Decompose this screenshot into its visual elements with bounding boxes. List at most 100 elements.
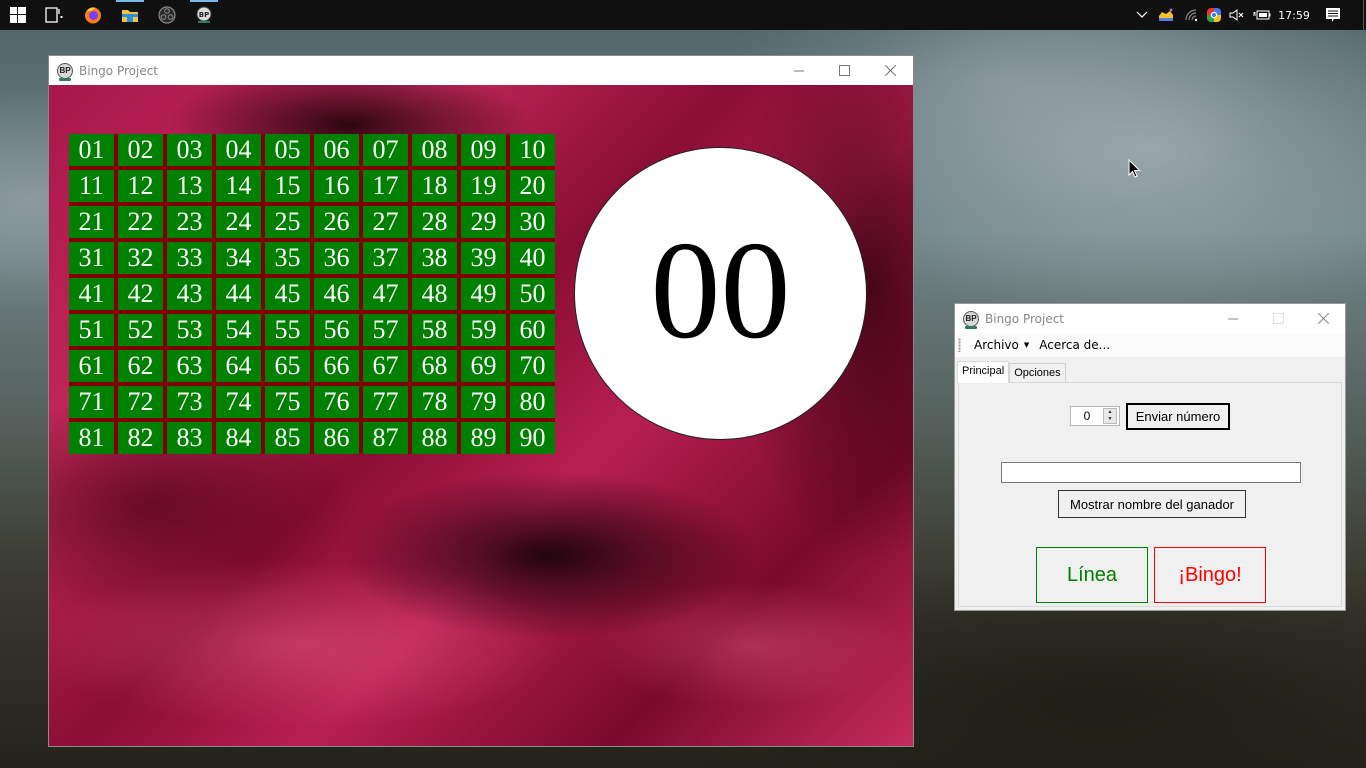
current-number-ball: 00 bbox=[574, 147, 867, 440]
notification-icon bbox=[1326, 8, 1340, 22]
stepper-up-button[interactable]: ▲ bbox=[1104, 409, 1116, 416]
task-view-icon bbox=[45, 7, 63, 23]
bingo-number-cell: 22 bbox=[118, 206, 163, 238]
tray-app[interactable] bbox=[1156, 0, 1176, 30]
bingo-board-window: BP Bingo Project 01 02 03 04 05 06 07 08 09 10 11 1… bbox=[48, 55, 914, 747]
bingo-number-cell: 02 bbox=[118, 134, 163, 166]
bingo-number-cell: 63 bbox=[167, 350, 212, 382]
bingo-number-cell: 08 bbox=[412, 134, 457, 166]
bingo-number-cell: 64 bbox=[216, 350, 261, 382]
tab-strip: Principal Opciones bbox=[957, 361, 1066, 383]
bingo-number-cell: 62 bbox=[118, 350, 163, 382]
window-title: Bingo Project bbox=[985, 311, 1065, 326]
taskbar-bingo-project[interactable]: BP bbox=[186, 0, 222, 30]
bingo-number-cell: 79 bbox=[461, 386, 506, 418]
minimize-button[interactable] bbox=[776, 56, 822, 85]
bingo-button[interactable]: ¡Bingo! bbox=[1154, 547, 1266, 603]
bingo-number-cell: 89 bbox=[461, 422, 506, 454]
close-icon bbox=[1317, 313, 1329, 324]
bingo-number-cell: 07 bbox=[363, 134, 408, 166]
title-bar[interactable]: BP Bingo Project bbox=[955, 304, 1345, 333]
bingo-number-cell: 10 bbox=[510, 134, 555, 166]
tab-principal[interactable]: Principal bbox=[957, 361, 1010, 383]
battery-button[interactable] bbox=[1252, 0, 1272, 30]
obs-icon bbox=[158, 6, 176, 24]
number-stepper-value[interactable]: 0 bbox=[1071, 409, 1103, 423]
bingo-number-cell: 44 bbox=[216, 278, 261, 310]
taskbar: BP 17:59 bbox=[0, 0, 1366, 30]
bingo-number-cell: 51 bbox=[69, 314, 114, 346]
stepper-buttons: ▲ ▼ bbox=[1103, 408, 1117, 424]
bingo-control-window: BP Bingo Project Archivo ▼ Acerca de... … bbox=[954, 303, 1346, 611]
bingo-number-cell: 86 bbox=[314, 422, 359, 454]
network-button[interactable] bbox=[1182, 0, 1202, 30]
bingo-number-cell: 58 bbox=[412, 314, 457, 346]
mouse-cursor-icon bbox=[1128, 159, 1141, 178]
bingo-number-cell: 88 bbox=[412, 422, 457, 454]
taskbar-firefox[interactable] bbox=[75, 0, 111, 30]
volume-button[interactable] bbox=[1228, 0, 1246, 30]
send-number-button[interactable]: Enviar número bbox=[1126, 403, 1230, 430]
bingo-number-cell: 13 bbox=[167, 170, 212, 202]
menu-archivo[interactable]: Archivo ▼ bbox=[969, 334, 1034, 356]
bingo-number-cell: 19 bbox=[461, 170, 506, 202]
bingo-number-cell: 12 bbox=[118, 170, 163, 202]
bingo-number-cell: 76 bbox=[314, 386, 359, 418]
close-button[interactable] bbox=[867, 56, 913, 85]
bingo-number-cell: 50 bbox=[510, 278, 555, 310]
bingo-number-cell: 45 bbox=[265, 278, 310, 310]
bingo-app-icon: BP bbox=[196, 6, 212, 23]
bingo-number-cell: 71 bbox=[69, 386, 114, 418]
winner-name-input[interactable] bbox=[1001, 462, 1301, 483]
windows-logo-icon bbox=[10, 7, 26, 23]
tray-chrome-remote[interactable] bbox=[1204, 0, 1224, 30]
firefox-icon bbox=[85, 7, 101, 24]
number-stepper[interactable]: 0 ▲ ▼ bbox=[1070, 406, 1120, 426]
bingo-number-cell: 68 bbox=[412, 350, 457, 382]
taskbar-file-explorer[interactable] bbox=[112, 0, 148, 30]
maximize-button[interactable] bbox=[821, 56, 867, 85]
bingo-number-cell: 82 bbox=[118, 422, 163, 454]
show-winner-button[interactable]: Mostrar nombre del ganador bbox=[1058, 490, 1246, 518]
toolbar-grip[interactable] bbox=[958, 338, 961, 352]
task-view-button[interactable] bbox=[36, 0, 72, 30]
taskbar-obs[interactable] bbox=[149, 0, 185, 30]
bingo-app-icon: BP bbox=[963, 310, 979, 329]
bingo-number-cell: 20 bbox=[510, 170, 555, 202]
current-number: 00 bbox=[650, 212, 791, 368]
bingo-number-cell: 46 bbox=[314, 278, 359, 310]
bingo-number-cell: 67 bbox=[363, 350, 408, 382]
bingo-number-cell: 47 bbox=[363, 278, 408, 310]
bingo-number-cell: 78 bbox=[412, 386, 457, 418]
bingo-number-cell: 60 bbox=[510, 314, 555, 346]
clock[interactable]: 17:59 bbox=[1276, 0, 1312, 30]
bingo-number-cell: 80 bbox=[510, 386, 555, 418]
title-bar[interactable]: BP Bingo Project bbox=[49, 56, 913, 85]
bingo-number-cell: 74 bbox=[216, 386, 261, 418]
stepper-down-button[interactable]: ▼ bbox=[1104, 416, 1116, 423]
bingo-number-cell: 28 bbox=[412, 206, 457, 238]
bingo-number-cell: 61 bbox=[69, 350, 114, 382]
show-desktop-button[interactable] bbox=[1363, 0, 1364, 30]
maximize-button bbox=[1255, 304, 1301, 333]
bingo-number-cell: 52 bbox=[118, 314, 163, 346]
bingo-number-cell: 09 bbox=[461, 134, 506, 166]
bingo-number-cell: 29 bbox=[461, 206, 506, 238]
volume-muted-icon bbox=[1229, 9, 1244, 21]
wifi-icon bbox=[1185, 9, 1198, 22]
bingo-number-cell: 53 bbox=[167, 314, 212, 346]
app-tray-icon bbox=[1159, 8, 1173, 21]
show-hidden-icons-button[interactable] bbox=[1132, 0, 1152, 30]
action-center-button[interactable] bbox=[1322, 0, 1344, 30]
close-button[interactable] bbox=[1300, 304, 1346, 333]
tab-opciones[interactable]: Opciones bbox=[1009, 363, 1066, 383]
tab-page-principal: 0 ▲ ▼ Enviar número Mostrar nombre del g… bbox=[958, 382, 1342, 607]
bingo-number-cell: 17 bbox=[363, 170, 408, 202]
start-button[interactable] bbox=[0, 0, 36, 30]
minimize-button[interactable] bbox=[1210, 304, 1256, 333]
bingo-number-cell: 49 bbox=[461, 278, 506, 310]
bingo-number-cell: 15 bbox=[265, 170, 310, 202]
dropdown-arrow-icon: ▼ bbox=[1023, 341, 1030, 349]
menu-acerca-de[interactable]: Acerca de... bbox=[1034, 334, 1115, 356]
linea-button[interactable]: Línea bbox=[1036, 547, 1148, 603]
